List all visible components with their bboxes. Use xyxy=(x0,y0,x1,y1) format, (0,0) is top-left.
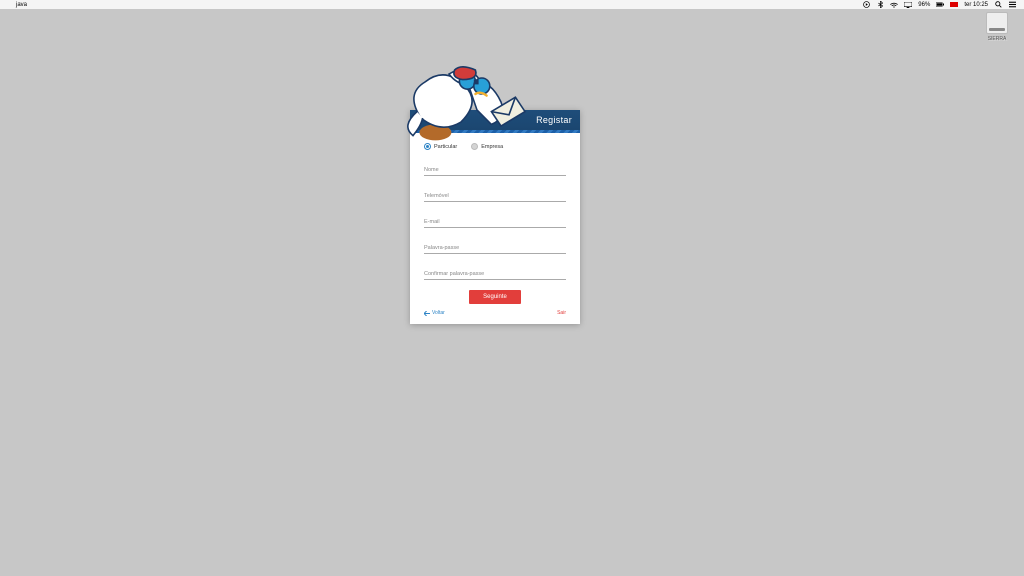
password-field[interactable] xyxy=(424,242,566,254)
radio-dot-icon xyxy=(471,143,478,150)
radio-empresa-label: Empresa xyxy=(481,144,503,150)
exit-link[interactable]: Sair xyxy=(557,310,566,316)
next-button[interactable]: Seguinte xyxy=(469,290,521,304)
radio-empresa[interactable]: Empresa xyxy=(471,143,503,150)
battery-percent: 96% xyxy=(918,2,930,8)
active-app-name[interactable]: java xyxy=(16,2,27,8)
wifi-icon[interactable] xyxy=(890,1,898,9)
desktop-drive[interactable]: SIERRA xyxy=(982,12,1012,42)
date-time[interactable]: ter 10:25 xyxy=(964,2,988,8)
register-dialog: Registar Particular Empresa Seguinte Vol… xyxy=(410,110,580,324)
display-icon[interactable] xyxy=(904,1,912,9)
spotlight-icon[interactable] xyxy=(994,1,1002,9)
back-link-label: Voltar xyxy=(432,310,445,316)
radio-dot-icon xyxy=(424,143,431,150)
dialog-title: Registar xyxy=(536,115,572,125)
notification-center-icon[interactable] xyxy=(1008,1,1016,9)
phone-field[interactable] xyxy=(424,190,566,202)
radio-particular[interactable]: Particular xyxy=(424,143,457,150)
drive-label: SIERRA xyxy=(982,36,1012,42)
confirm-password-field[interactable] xyxy=(424,268,566,280)
back-arrow-icon xyxy=(424,311,430,316)
input-source-flag-icon[interactable] xyxy=(950,2,958,7)
radio-particular-label: Particular xyxy=(434,144,457,150)
menu-bar: java 96% ter 10:25 xyxy=(0,0,1024,9)
name-field[interactable] xyxy=(424,164,566,176)
bluetooth-icon[interactable] xyxy=(876,1,884,9)
battery-icon[interactable] xyxy=(936,1,944,9)
back-link[interactable]: Voltar xyxy=(424,310,445,316)
drive-icon xyxy=(986,12,1008,34)
account-type-group: Particular Empresa xyxy=(424,143,566,150)
email-field[interactable] xyxy=(424,216,566,228)
dialog-header: Registar xyxy=(410,110,580,130)
play-icon[interactable] xyxy=(862,1,870,9)
